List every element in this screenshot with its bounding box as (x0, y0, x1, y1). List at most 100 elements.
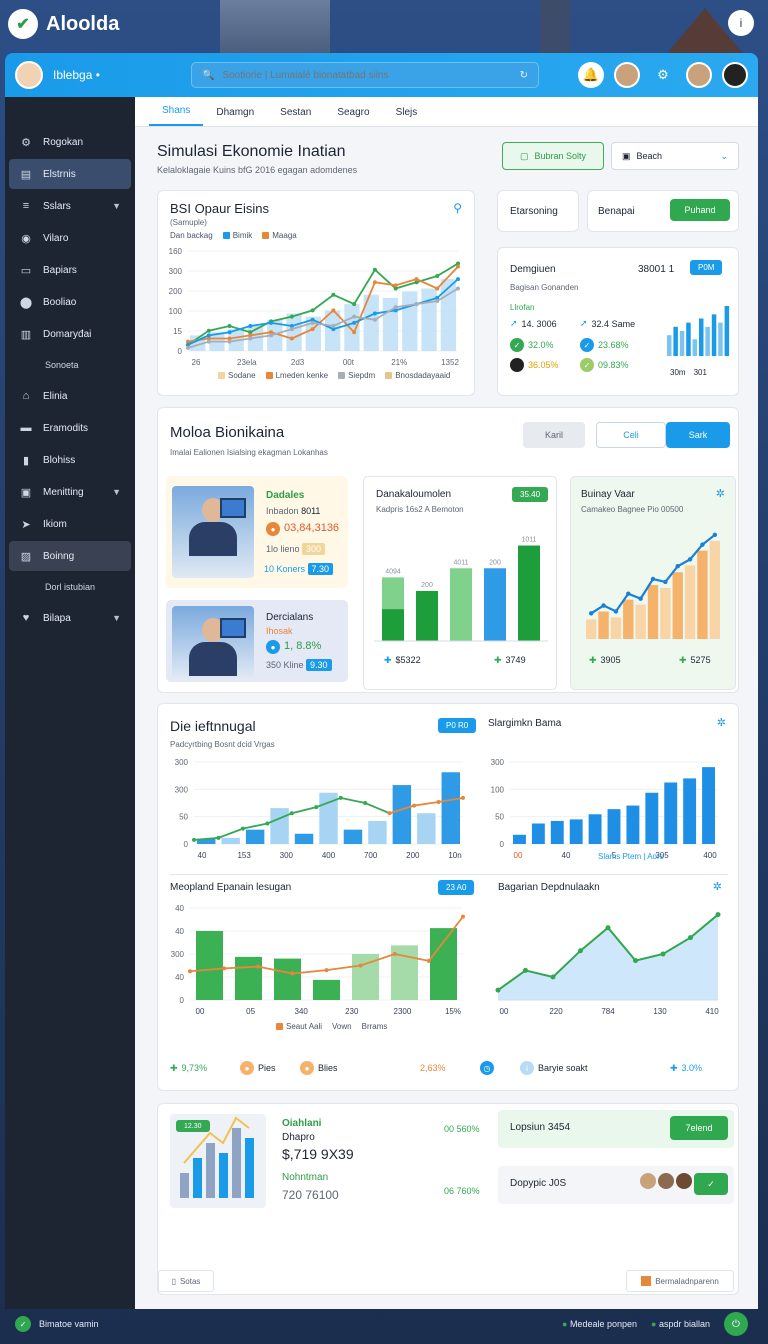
data-point (206, 328, 211, 333)
info-icon[interactable]: i (728, 10, 754, 36)
info-icon: i (520, 1061, 534, 1075)
data-point (461, 914, 465, 919)
bar-chart: 4094 200 4011 200 1011 (374, 537, 548, 642)
sidebar-item-boinng[interactable]: ▨ Boinng (9, 541, 131, 571)
power-icon[interactable]: ⏻ (724, 1312, 748, 1336)
data-point (700, 542, 705, 547)
data-point (712, 532, 718, 538)
x-tick-label: 130 (653, 1007, 667, 1016)
data-point (613, 609, 619, 614)
sidebar-item-rogokan[interactable]: ⚙ Rogokan (9, 127, 131, 157)
data-point (372, 311, 377, 316)
bar (343, 829, 363, 844)
promo-thumbnail[interactable]: 12.30 (170, 1114, 266, 1208)
location-icon: ⬤ (19, 296, 33, 309)
profile-avatar[interactable] (722, 62, 748, 88)
pin-icon[interactable]: ✲ (716, 487, 725, 500)
combo-chart: 0 50 300 300 40 153 300 400 700 200 10n (175, 758, 465, 860)
search-bar[interactable]: 🔍 ↻ (191, 62, 539, 88)
bottom-right-tab[interactable]: Bermaladnparenn (626, 1270, 734, 1292)
tab-sestan[interactable]: Sestan (267, 107, 324, 126)
money-icon: ▬ (20, 422, 32, 434)
sidebar-item-booliao[interactable]: ⬤ Booliao (9, 287, 131, 317)
puhand-button[interactable]: Puhand (670, 199, 730, 221)
x-tick-label: 40 (562, 851, 571, 860)
data-point (633, 958, 638, 964)
sidebar-item-last[interactable]: ♥ Bilapa ▼ (9, 603, 131, 633)
tab-bar: Shans Dhamgn Sestan Seagro Slejs (135, 97, 758, 127)
data-point (660, 951, 666, 957)
check-icon: ✓ (580, 338, 594, 352)
y-tick-label: 200 (169, 287, 183, 296)
sidebar-item-blohiss[interactable]: ▮ Blohiss (9, 445, 131, 475)
data-point (324, 968, 329, 973)
image-icon (641, 1276, 652, 1286)
tab-seagro[interactable]: Seagro (324, 107, 382, 126)
brand[interactable]: ✔ Aloolda (8, 8, 119, 40)
data-point (687, 557, 693, 562)
go-button[interactable]: ✓ (694, 1173, 728, 1195)
data-label: 200 (421, 582, 433, 589)
user-avatar-2[interactable] (686, 62, 712, 88)
workspace-name[interactable]: Iblebga • (53, 68, 163, 82)
page-title: Simulasi Ekonomie Inatian (157, 143, 346, 160)
data-point (456, 277, 460, 282)
person-card-2[interactable]: Dercialans Ihosak ● 1, 8.8% 350 Kline 9.3… (166, 600, 348, 682)
chevron-down-icon: ▼ (112, 201, 121, 211)
x-tick-label: 00 (196, 1007, 205, 1016)
sidebar-item-vilaro[interactable]: ◉ Vilaro (9, 223, 131, 253)
select-button[interactable]: 7elend (670, 1116, 728, 1140)
bar (718, 322, 723, 356)
bar (569, 819, 583, 844)
sidebar-item-menitting[interactable]: ▣ Menitting ▼ (9, 477, 131, 507)
bar (450, 568, 472, 641)
data-point (638, 596, 643, 601)
sidebar-item-domary-ai[interactable]: ▥ Domaryđai (9, 319, 131, 349)
user-avatar[interactable] (614, 62, 640, 88)
pin-icon[interactable]: ✲ (713, 880, 722, 893)
sidebar-subitem[interactable]: Sonoeta (5, 351, 135, 379)
tab-slejs[interactable]: Slejs (383, 107, 431, 126)
brand-name: Aloolda (46, 12, 120, 35)
sidebar-item-elinia[interactable]: ⌂ Elinia (9, 381, 131, 411)
gear-icon[interactable]: ⚙ (650, 62, 676, 88)
sark-button[interactable]: Sark (666, 422, 730, 448)
area-chart-line: 00 220 784 130 410 (495, 912, 721, 1016)
bar (344, 304, 360, 351)
sidebar-item-ikiom[interactable]: ➤ Ikiom (9, 509, 131, 539)
y-tick-label: 100 (169, 307, 183, 316)
bar (430, 928, 457, 1000)
tab-shans[interactable]: Shans (149, 105, 204, 126)
sidebar-subitem[interactable]: Dorl istubian (5, 573, 135, 601)
small-card-etarsoning[interactable]: Etarsoning (497, 190, 579, 232)
book-icon: ▮ (22, 454, 30, 467)
data-point (289, 336, 294, 341)
chevron-down-icon: ▼ (112, 613, 121, 623)
bar (626, 805, 640, 844)
person-card-1[interactable]: Dadales Inbadon 8011 ● 03,84,3136 1lo lie… (166, 476, 348, 588)
y-tick-label: 0 (180, 996, 185, 1005)
pin-icon[interactable]: ✲ (717, 716, 726, 729)
celi-button[interactable]: Celi (596, 422, 666, 448)
green-action-button[interactable]: ▢ Bubran Solty (502, 142, 604, 170)
search-input[interactable] (222, 69, 512, 81)
sidebar-item-elstrnis[interactable]: ▤ Elstrnis (9, 159, 131, 189)
filter-select[interactable]: ▣ Beach ⌄ (611, 142, 739, 170)
avatar (676, 1173, 692, 1189)
pin-icon[interactable]: ⚲ (453, 201, 462, 215)
avatar[interactable] (15, 61, 43, 89)
avatar-group[interactable] (640, 1173, 692, 1189)
x-tick-label: 400 (322, 851, 336, 860)
tab-dhamgn[interactable]: Dhamgn (203, 107, 267, 126)
sidebar-item-bapiars[interactable]: ▭ Bapiars (9, 255, 131, 285)
app-bar: Iblebga • 🔍 ↻ 🔔 ⚙ (5, 53, 758, 97)
bar (686, 322, 691, 356)
karil-button[interactable]: Karil (523, 422, 585, 448)
bottom-left-tab[interactable]: ▯ Sotas (158, 1270, 214, 1292)
data-point (352, 330, 357, 335)
notification-icon[interactable]: 🔔 (578, 62, 604, 88)
bar (550, 820, 564, 844)
refresh-icon[interactable]: ↻ (520, 70, 528, 81)
sidebar-item-sslars[interactable]: ≡ Sslars ▼ (9, 191, 131, 221)
sidebar-item-eramodits[interactable]: ▬ Eramodits (9, 413, 131, 443)
